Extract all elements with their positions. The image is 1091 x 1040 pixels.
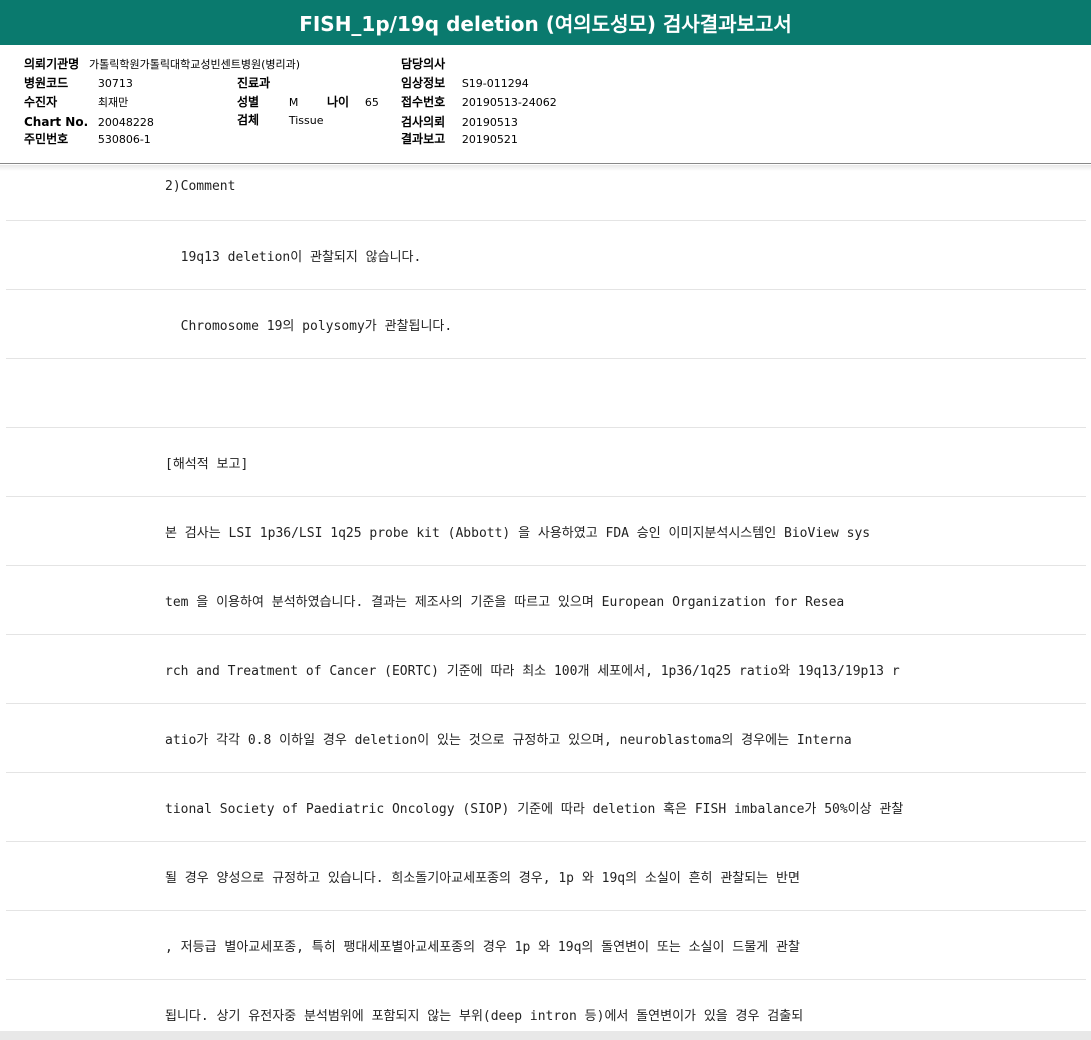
chart-no-value: 20048228	[97, 116, 154, 129]
report-line: [해석적 보고]	[6, 428, 1086, 497]
specimen-field: 검체 Tissue	[237, 112, 323, 128]
report-line-text: atio가 각각 0.8 이하일 경우 deletion이 있는 것으로 규정하…	[165, 732, 852, 748]
report-line: rch and Treatment of Cancer (EORTC) 기준에 …	[6, 635, 1086, 704]
age-label: 나이	[327, 95, 350, 109]
patient-field: 수진자 최재만	[24, 94, 128, 110]
request-date-field: 검사의뢰 20190513	[401, 114, 518, 130]
clinical-info-label: 임상정보	[401, 76, 446, 90]
report-line-text: rch and Treatment of Cancer (EORTC) 기준에 …	[165, 663, 900, 679]
report-line-text: 됩니다. 상기 유전자중 분석범위에 포함되지 않는 부위(deep intro…	[165, 1009, 804, 1024]
report-line-text: tem 을 이용하여 분석하였습니다. 결과는 제조사의 기준을 따르고 있으며…	[165, 594, 845, 610]
age-value: 65	[364, 96, 379, 109]
sex-value: M	[288, 96, 299, 109]
report-line	[6, 359, 1086, 428]
report-line: 19q13 deletion이 관찰되지 않습니다.	[6, 221, 1086, 290]
department-label: 진료과	[237, 76, 271, 90]
resident-no-label: 주민번호	[24, 132, 69, 146]
institution-value: 가톨릭학원가톨릭대학교성빈센트병원(병리과)	[89, 58, 301, 71]
report-date-field: 결과보고 20190521	[401, 131, 518, 147]
report-date-value: 20190521	[461, 133, 518, 146]
patient-label: 수진자	[24, 95, 58, 109]
body-top-shadow	[0, 165, 1091, 171]
chart-no-field: Chart No. 20048228	[24, 114, 154, 130]
receipt-no-label: 접수번호	[401, 95, 446, 109]
clinical-info-value: S19-011294	[461, 77, 529, 90]
institution-field: 의뢰기관명 가톨릭학원가톨릭대학교성빈센트병원(병리과)	[24, 56, 300, 72]
doctor-label: 담당의사	[401, 57, 446, 71]
receipt-no-field: 접수번호 20190513-24062	[401, 94, 557, 110]
request-date-value: 20190513	[461, 116, 518, 129]
age-field: 나이 65	[327, 94, 379, 110]
receipt-no-value: 20190513-24062	[461, 96, 557, 109]
report-line-text: 될 경우 양성으로 규정하고 있습니다. 희소돌기아교세포종의 경우, 1p 와…	[165, 870, 800, 886]
sex-label: 성별	[237, 95, 260, 109]
institution-label: 의뢰기관명	[24, 57, 80, 71]
report-line: 본 검사는 LSI 1p36/LSI 1q25 probe kit (Abbot…	[6, 497, 1086, 566]
report-title: FISH_1p/19q deletion (여의도성모) 검사결과보고서	[0, 0, 1091, 46]
chart-no-label: Chart No.	[24, 115, 89, 129]
report-line-text: [해석적 보고]	[165, 456, 249, 472]
report-line: Chromosome 19의 polysomy가 관찰됩니다.	[6, 290, 1086, 359]
report-line-text: 본 검사는 LSI 1p36/LSI 1q25 probe kit (Abbot…	[165, 525, 871, 541]
resident-no-value: 530806-1	[97, 133, 151, 146]
report-line-text: 19q13 deletion이 관찰되지 않습니다.	[165, 249, 422, 265]
report-header: 의뢰기관명 가톨릭학원가톨릭대학교성빈센트병원(병리과) 병원코드 30713 …	[0, 46, 1091, 164]
resident-no-field: 주민번호 530806-1	[24, 131, 151, 147]
specimen-label: 검체	[237, 113, 260, 127]
report-line: , 저등급 별아교세포종, 특히 팽대세포별아교세포종의 경우 1p 와 19q…	[6, 911, 1086, 980]
report-line: 됩니다. 상기 유전자중 분석범위에 포함되지 않는 부위(deep intro…	[6, 980, 1086, 1031]
hospital-code-field: 병원코드 30713	[24, 75, 133, 91]
report-line: atio가 각각 0.8 이하일 경우 deletion이 있는 것으로 규정하…	[6, 704, 1086, 773]
report-line: tem 을 이용하여 분석하였습니다. 결과는 제조사의 기준을 따르고 있으며…	[6, 566, 1086, 635]
patient-value: 최재만	[97, 96, 129, 109]
report-line-text: 2)Comment	[165, 178, 236, 194]
hospital-code-label: 병원코드	[24, 76, 69, 90]
report-line: tional Society of Paediatric Oncology (S…	[6, 773, 1086, 842]
specimen-value: Tissue	[288, 114, 324, 127]
horizontal-scrollbar[interactable]	[0, 1031, 1091, 1040]
report-date-label: 결과보고	[401, 132, 446, 146]
doctor-field: 담당의사	[401, 56, 455, 72]
clinical-info-field: 임상정보 S19-011294	[401, 75, 529, 91]
report-line: 될 경우 양성으로 규정하고 있습니다. 희소돌기아교세포종의 경우, 1p 와…	[6, 842, 1086, 911]
report-line-text: tional Society of Paediatric Oncology (S…	[165, 801, 904, 817]
sex-field: 성별 M	[237, 94, 298, 110]
report-line: 2)Comment	[6, 165, 1086, 221]
report-line-text: Chromosome 19의 polysomy가 관찰됩니다.	[165, 318, 453, 334]
report-line-text: , 저등급 별아교세포종, 특히 팽대세포별아교세포종의 경우 1p 와 19q…	[165, 939, 800, 955]
request-date-label: 검사의뢰	[401, 115, 446, 129]
department-field: 진료과	[237, 75, 282, 91]
hospital-code-value: 30713	[97, 77, 133, 90]
report-body[interactable]: 2)Comment 19q13 deletion이 관찰되지 않습니다. Chr…	[0, 165, 1091, 1031]
